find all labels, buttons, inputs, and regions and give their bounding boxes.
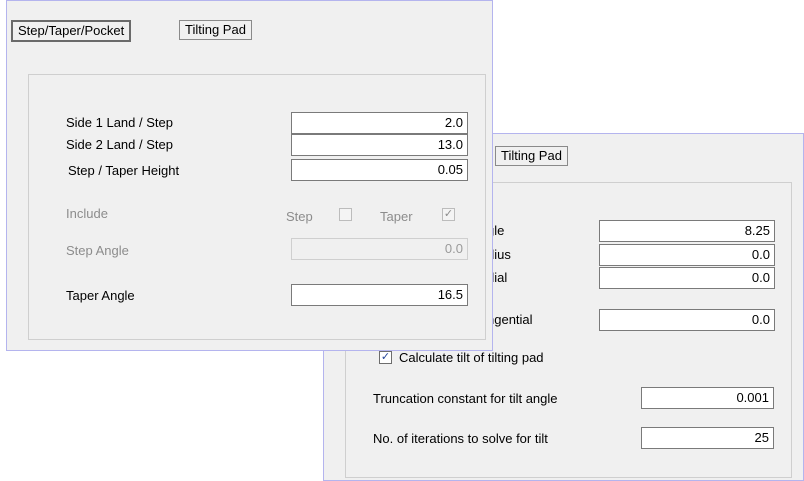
side2-field[interactable]: 13.0 <box>291 134 468 156</box>
step-height-field[interactable]: 0.05 <box>291 159 468 181</box>
step-taper-pocket-panel: Step/Taper/Pocket Tilting Pad Side 1 Lan… <box>6 0 493 351</box>
calc-tilt-checkbox[interactable]: ✓ <box>379 351 392 364</box>
side1-field[interactable]: 2.0 <box>291 112 468 134</box>
side2-label: Side 2 Land / Step <box>66 137 173 152</box>
include-label: Include <box>66 206 108 221</box>
tab-tilting-pad[interactable]: Tilting Pad <box>495 146 568 166</box>
taper-angle-label: Taper Angle <box>66 288 135 303</box>
calc-tilt-label: Calculate tilt of tilting pad <box>399 350 544 365</box>
iterations-field[interactable]: 25 <box>641 427 774 449</box>
tilt-row-label: ngential <box>487 312 533 327</box>
include-taper-label: Taper <box>380 209 413 224</box>
tangential-field[interactable]: 0.0 <box>599 309 775 331</box>
step-height-label: Step / Taper Height <box>68 163 180 178</box>
include-step-checkbox[interactable] <box>339 208 352 221</box>
radial-field[interactable]: 0.0 <box>599 267 775 289</box>
tab-step-taper-pocket[interactable]: Step/Taper/Pocket <box>11 20 132 42</box>
taper-angle-field[interactable]: 16.5 <box>291 284 468 306</box>
include-taper-checkbox[interactable]: ✓ <box>442 208 455 221</box>
tab-tilting-pad-label: Tilting Pad <box>501 148 562 163</box>
tab-tilting-pad[interactable]: Tilting Pad <box>179 20 252 40</box>
pivot-radius-field[interactable]: 0.0 <box>599 244 775 266</box>
truncation-field[interactable]: 0.001 <box>641 387 774 409</box>
side1-label: Side 1 Land / Step <box>66 115 173 130</box>
include-step-label: Step <box>286 209 313 224</box>
tab-step-taper-pocket-label: Step/Taper/Pocket <box>18 23 125 38</box>
iterations-label: No. of iterations to solve for tilt <box>373 431 548 446</box>
tilt-angle-field[interactable]: 8.25 <box>599 220 775 242</box>
truncation-label: Truncation constant for tilt angle <box>373 391 558 406</box>
tab-tilting-pad-label: Tilting Pad <box>185 22 246 37</box>
step-angle-field: 0.0 <box>291 238 468 260</box>
step-angle-label: Step Angle <box>66 243 129 258</box>
